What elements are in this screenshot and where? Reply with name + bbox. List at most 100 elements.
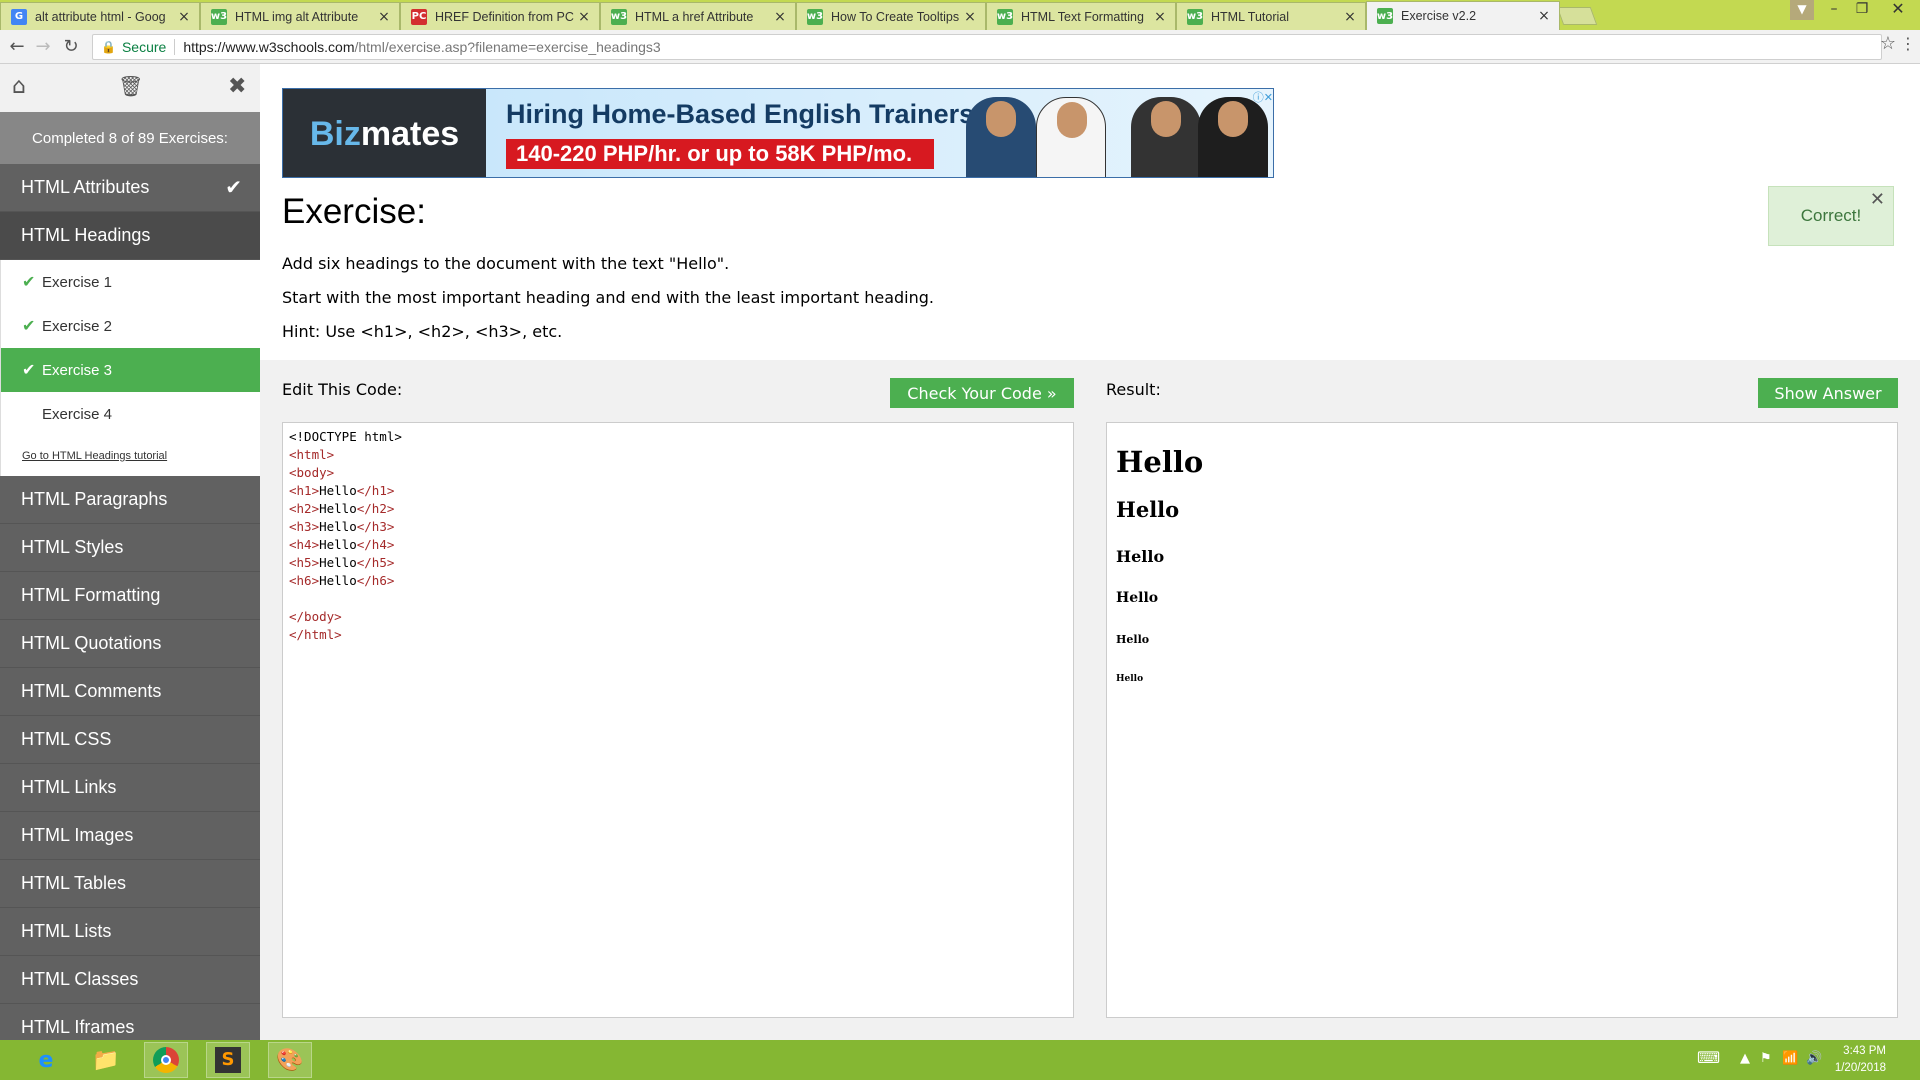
- browser-tab[interactable]: w3 HTML Text Formatting ×: [986, 2, 1176, 30]
- tab-close-icon[interactable]: ×: [1343, 9, 1357, 25]
- code-open-tag: <h1>: [289, 483, 320, 498]
- code-close-tag: </h2>: [356, 501, 395, 516]
- code-text: Hello: [319, 555, 357, 570]
- browser-tab[interactable]: Galt attribute html - Goog ×: [0, 2, 200, 30]
- code-open-tag: <h2>: [289, 501, 320, 516]
- exercise-label: Exercise 4: [42, 405, 113, 423]
- code-close-tag: </h4>: [356, 537, 395, 552]
- tab-close-icon[interactable]: ×: [177, 9, 191, 25]
- sidebar-topic[interactable]: HTML Lists: [0, 908, 260, 956]
- sidebar-topic[interactable]: HTML Paragraphs: [0, 476, 260, 524]
- ad-headline: Hiring Home-Based English Trainers!: [506, 99, 984, 129]
- sidebar-topic[interactable]: HTML Headings: [0, 212, 260, 260]
- browser-tab[interactable]: w3 HTML img alt Attribute ×: [200, 2, 400, 30]
- sidebar-topic[interactable]: HTML Tables: [0, 860, 260, 908]
- tab-close-icon[interactable]: ×: [1153, 9, 1167, 25]
- advertisement-banner[interactable]: Biz mates Hiring Home-Based English Train…: [282, 88, 1274, 178]
- code-close-tag: </h3>: [356, 519, 395, 534]
- minimize-icon[interactable]: –: [1820, 0, 1848, 20]
- browser-tab[interactable]: PC HREF Definition from PC ×: [400, 2, 600, 30]
- exercise-item[interactable]: ✔ Exercise 2: [1, 304, 260, 348]
- sidebar-topic[interactable]: HTML CSS: [0, 716, 260, 764]
- network-icon[interactable]: 📶: [1782, 1051, 1798, 1066]
- sidebar-topic[interactable]: HTML Attributes ✔: [0, 164, 260, 212]
- action-center-flag-icon[interactable]: ⚑: [1760, 1051, 1772, 1066]
- sidebar-topic[interactable]: HTML Formatting: [0, 572, 260, 620]
- tab-title: HTML a href Attribute: [635, 9, 754, 24]
- code-editor[interactable]: <!DOCTYPE html> <html> <body> <h1>Hello</h1…: [282, 422, 1074, 1018]
- instruction-line-1: Add six headings to the document with th…: [282, 254, 730, 273]
- tab-title: HTML img alt Attribute: [235, 9, 359, 24]
- result-h5: Hello: [1116, 633, 1150, 646]
- keyboard-icon[interactable]: ⌨: [1697, 1048, 1720, 1067]
- new-tab-button[interactable]: [1556, 7, 1598, 25]
- tab-close-icon[interactable]: ×: [1537, 8, 1551, 24]
- tab-close-icon[interactable]: ×: [773, 9, 787, 25]
- code-open-tag: <h5>: [289, 555, 320, 570]
- sidebar-topic-label: HTML Attributes: [21, 177, 150, 197]
- close-sidebar-icon[interactable]: ✖: [228, 74, 246, 99]
- sidebar-topic[interactable]: HTML Classes: [0, 956, 260, 1004]
- code-text: Hello: [319, 519, 357, 534]
- tray-expand-icon[interactable]: ▲: [1740, 1051, 1750, 1066]
- tab-favicon-icon: w3: [1187, 8, 1203, 25]
- menu-dots-icon[interactable]: ⋮: [1900, 34, 1916, 53]
- tab-close-icon[interactable]: ×: [577, 9, 591, 25]
- code-close-tag: </h1>: [356, 483, 395, 498]
- result-h3: Hello: [1116, 547, 1165, 566]
- code-line: <h3>Hello</h3>: [289, 518, 1067, 536]
- toast-close-icon[interactable]: ✕: [1870, 189, 1885, 210]
- clock-time: 3:43 PM: [1843, 1045, 1886, 1057]
- sidebar-topic-label: HTML Headings: [21, 225, 151, 245]
- code-line: <h2>Hello</h2>: [289, 500, 1067, 518]
- sidebar-topic[interactable]: HTML Images: [0, 812, 260, 860]
- internet-explorer-icon[interactable]: e: [24, 1042, 68, 1078]
- bookmark-star-icon[interactable]: ☆: [1880, 33, 1896, 54]
- browser-tab[interactable]: w3 HTML a href Attribute ×: [600, 2, 796, 30]
- code-open-tag: <h4>: [289, 537, 320, 552]
- address-bar[interactable]: 🔒 Secure https://www.w3schools.com/html/…: [92, 34, 1882, 60]
- code-text: Hello: [319, 573, 357, 588]
- browser-tab[interactable]: w3 How To Create Tooltips ×: [796, 2, 986, 30]
- ad-person-image: [1131, 97, 1201, 177]
- tutorial-link[interactable]: Go to HTML Headings tutorial: [1, 436, 260, 476]
- check-code-button[interactable]: Check Your Code »: [890, 378, 1074, 408]
- browser-tab[interactable]: w3 Exercise v2.2 ×: [1366, 1, 1560, 30]
- sidebar-topic[interactable]: HTML Styles: [0, 524, 260, 572]
- reload-icon[interactable]: ↻: [60, 36, 82, 58]
- chrome-icon[interactable]: [144, 1042, 188, 1078]
- adchoices-icon[interactable]: ⓘ✕: [1245, 89, 1273, 104]
- tab-close-icon[interactable]: ×: [963, 9, 977, 25]
- sidebar-topic[interactable]: HTML Iframes: [0, 1004, 260, 1040]
- file-explorer-icon[interactable]: 📁: [84, 1042, 128, 1078]
- lock-icon: 🔒: [101, 40, 116, 54]
- exercise-item[interactable]: ✔ Exercise 3: [1, 348, 260, 392]
- tab-title: Exercise v2.2: [1401, 9, 1477, 23]
- exercise-item[interactable]: ✔ Exercise 1: [1, 260, 260, 304]
- exercise-item[interactable]: Exercise 4: [1, 392, 260, 436]
- show-answer-button[interactable]: Show Answer: [1758, 378, 1898, 408]
- window-close-icon[interactable]: ✕: [1880, 0, 1916, 20]
- exercise-check-icon: ✔: [22, 274, 36, 291]
- tab-title: alt attribute html - Goog: [35, 9, 166, 24]
- forward-icon[interactable]: →: [32, 36, 54, 58]
- system-clock[interactable]: 3:43 PM 1/20/2018: [1835, 1043, 1886, 1077]
- trash-icon[interactable]: 🗑: [118, 74, 143, 98]
- back-icon[interactable]: ←: [6, 36, 28, 58]
- home-icon[interactable]: ⌂: [12, 74, 26, 99]
- url-path: /html/exercise.asp?filename=exercise_hea…: [354, 39, 661, 55]
- sidebar-topic[interactable]: HTML Quotations: [0, 620, 260, 668]
- volume-icon[interactable]: 🔊: [1806, 1051, 1822, 1066]
- browser-tab[interactable]: w3 HTML Tutorial ×: [1176, 2, 1366, 30]
- sidebar-topic[interactable]: HTML Links: [0, 764, 260, 812]
- sublime-text-icon[interactable]: S: [206, 1042, 250, 1078]
- tab-close-icon[interactable]: ×: [377, 9, 391, 25]
- result-h6: Hello: [1116, 674, 1144, 684]
- maximize-icon[interactable]: ❐: [1848, 0, 1876, 20]
- exercise-sidebar: ⌂ 🗑 ✖ Completed 8 of 89 Exercises: HTML …: [0, 64, 260, 1040]
- paint-icon[interactable]: 🎨: [268, 1042, 312, 1078]
- exercise-title: Exercise:: [282, 192, 426, 231]
- code-line: <body>: [289, 465, 335, 480]
- sidebar-topic[interactable]: HTML Comments: [0, 668, 260, 716]
- profile-icon[interactable]: ▼: [1790, 0, 1814, 20]
